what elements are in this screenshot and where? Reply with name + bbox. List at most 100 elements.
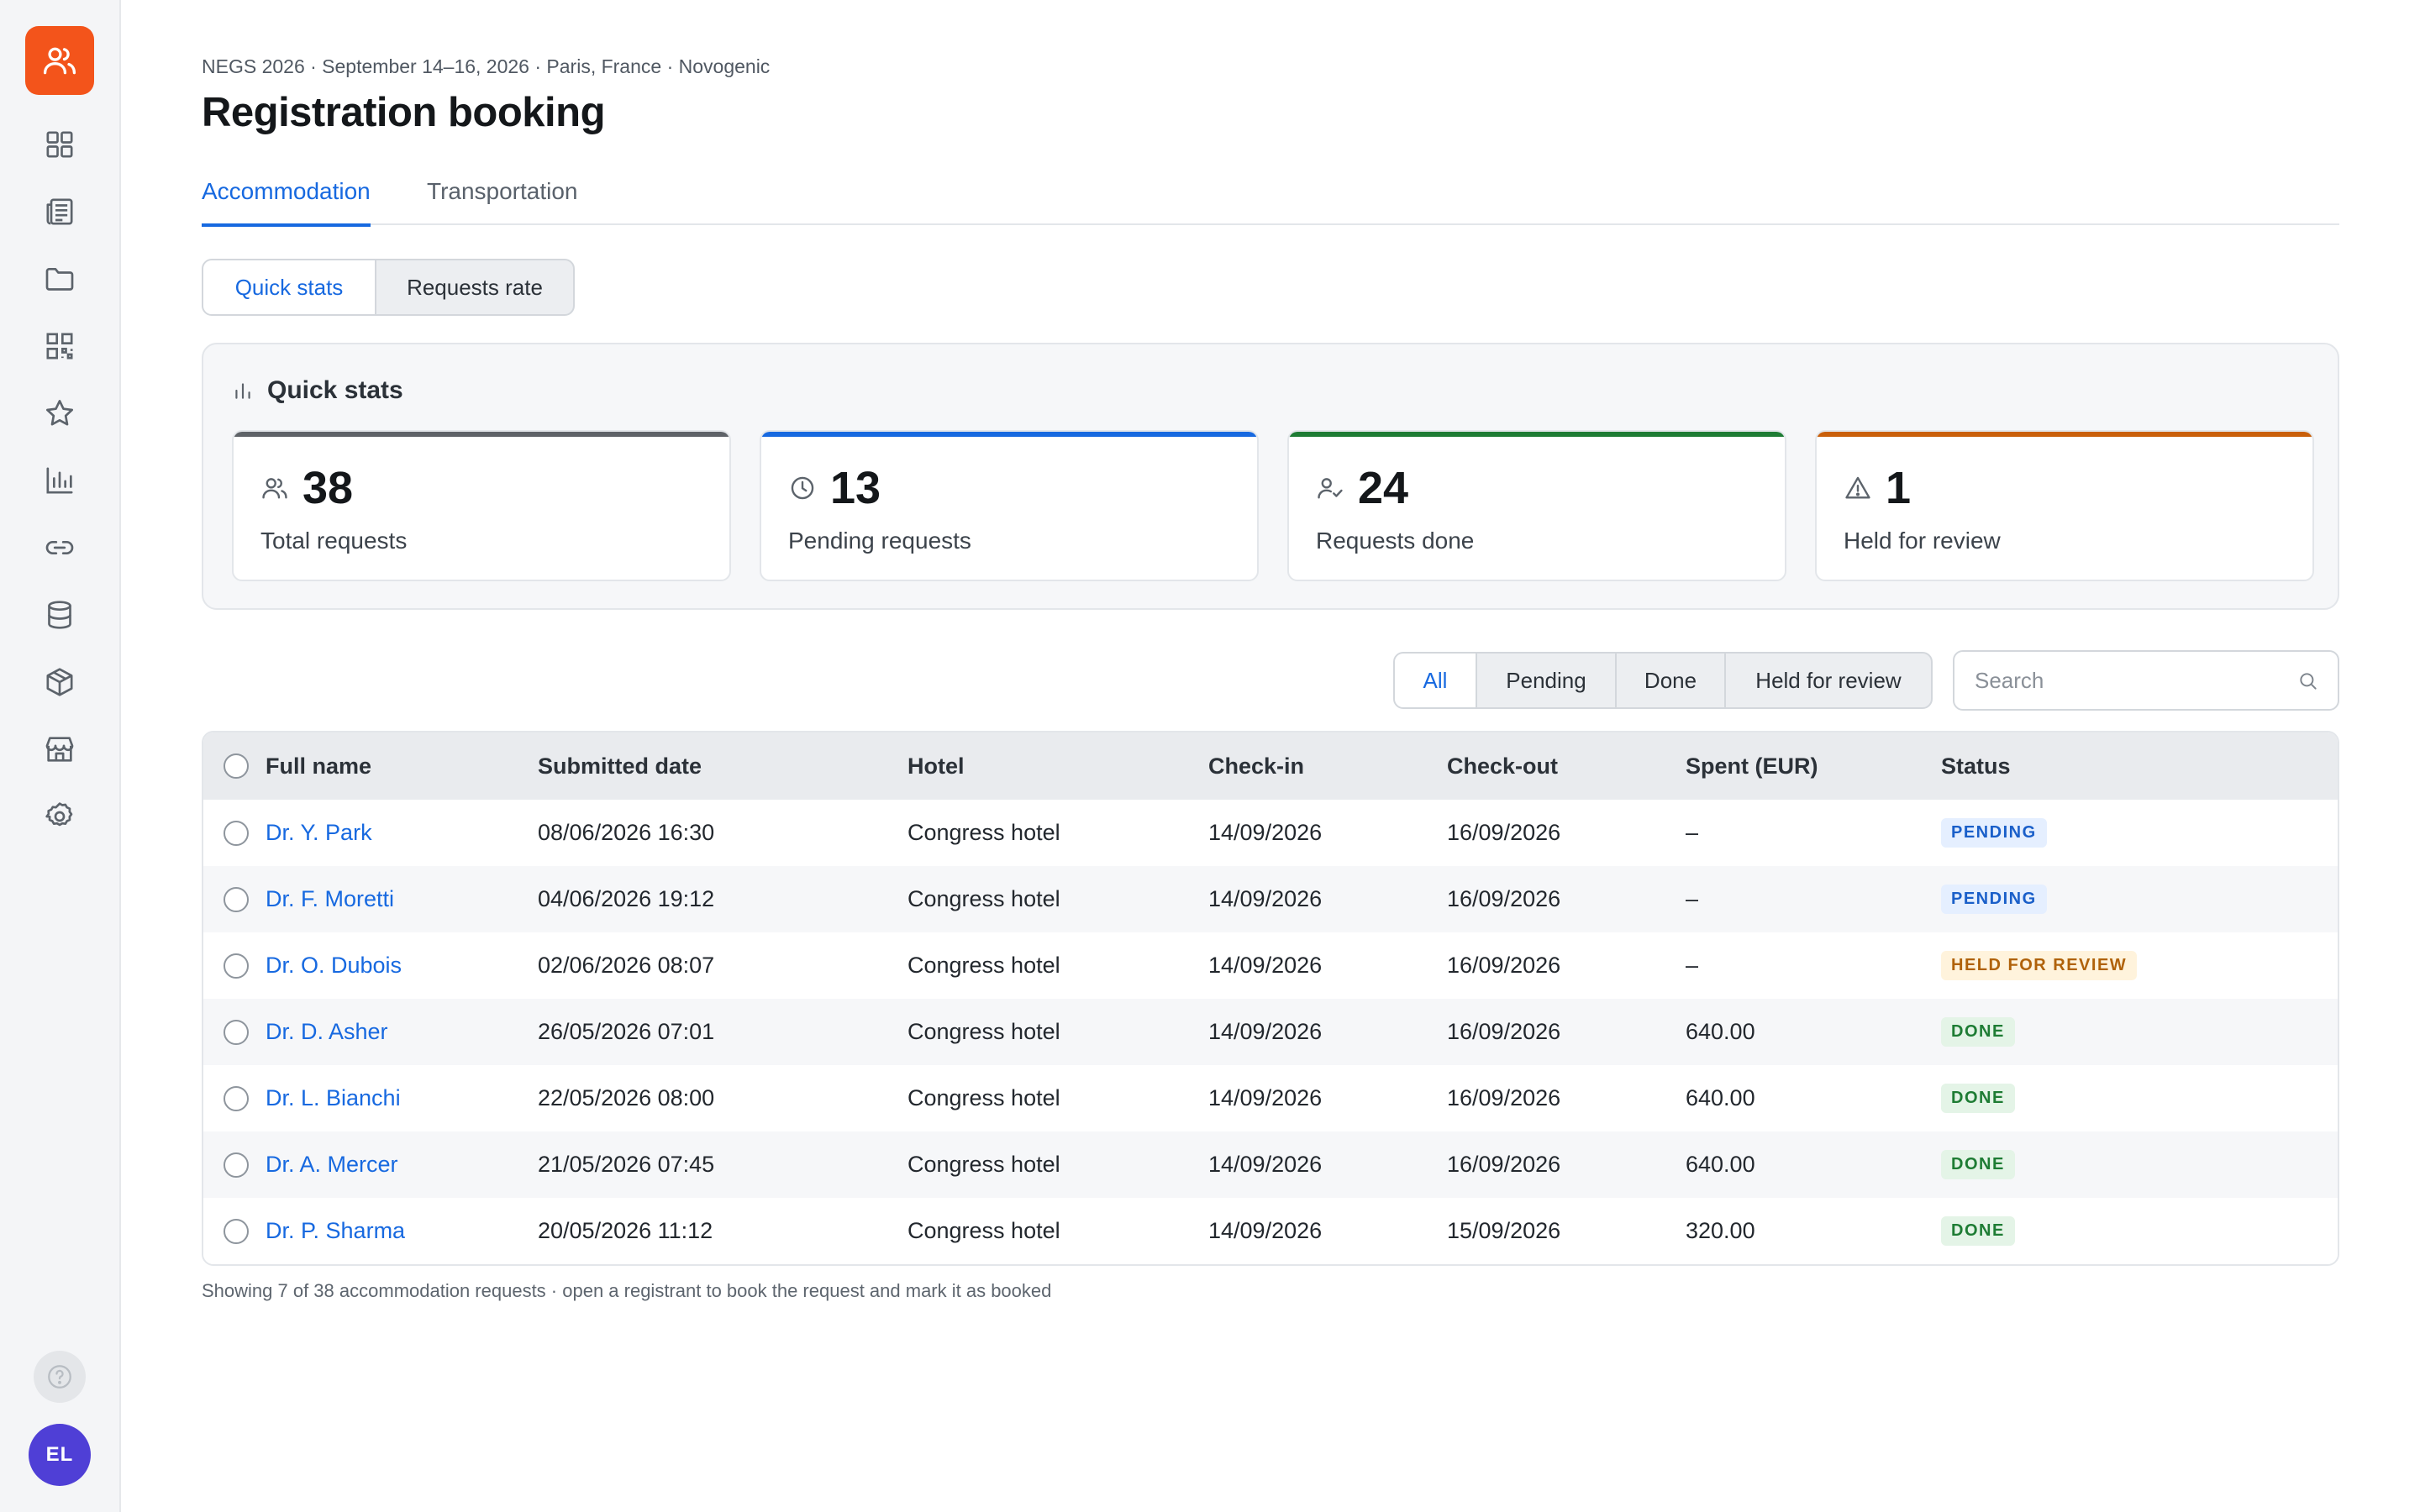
column-header-full-name[interactable]: Full name — [266, 732, 371, 800]
newspaper-icon — [46, 198, 73, 225]
nav-qr[interactable] — [35, 322, 84, 370]
registrant-name-link[interactable]: Dr. L. Bianchi — [266, 1065, 401, 1131]
search-box — [1953, 650, 2339, 711]
registrant-name-link[interactable]: Dr. A. Mercer — [266, 1131, 398, 1198]
database-icon — [48, 601, 71, 629]
column-header-hotel[interactable]: Hotel — [908, 732, 965, 800]
status-filter: All Pending Done Held for review — [1393, 652, 1933, 709]
tab-accommodation[interactable]: Accommodation — [202, 178, 371, 227]
row-checkbox[interactable] — [224, 1019, 249, 1045]
row-checkbox[interactable] — [224, 1218, 249, 1244]
filter-held-for-review[interactable]: Held for review — [1724, 654, 1931, 707]
table-row[interactable]: Dr. Y. Park 08/06/2026 16:30 Congress ho… — [203, 800, 2338, 866]
spent-amount: 640.00 — [1686, 1085, 1755, 1110]
spent-amount: – — [1686, 886, 1699, 911]
storefront-icon — [45, 737, 74, 762]
select-all-checkbox[interactable] — [224, 753, 249, 779]
submitted-date: 26/05/2026 07:01 — [538, 1019, 715, 1044]
filter-done[interactable]: Done — [1615, 654, 1724, 707]
tab-transportation[interactable]: Transportation — [427, 178, 578, 225]
row-checkbox[interactable] — [224, 1085, 249, 1111]
spent-amount: 640.00 — [1686, 1019, 1755, 1044]
row-checkbox[interactable] — [224, 820, 249, 846]
stat-value: 1 — [1886, 463, 1912, 513]
table-row[interactable]: Dr. L. Bianchi 22/05/2026 08:00 Congress… — [203, 1065, 2338, 1131]
link-icon — [45, 541, 74, 554]
nav-settings[interactable] — [35, 792, 84, 841]
user-avatar[interactable]: EL — [29, 1424, 91, 1486]
stat-card-held: 1 Held for review — [1815, 430, 2314, 581]
filter-all[interactable]: All — [1395, 654, 1476, 707]
status-badge: DONE — [1941, 1150, 2015, 1179]
status-badge: PENDING — [1941, 885, 2047, 914]
nav-dashboard[interactable] — [35, 120, 84, 169]
registrant-name-link[interactable]: Dr. Y. Park — [266, 800, 372, 866]
nav-store[interactable] — [35, 725, 84, 774]
hotel-name: Congress hotel — [908, 1152, 1060, 1177]
nav-packages[interactable] — [35, 658, 84, 706]
toggle-quick-stats[interactable]: Quick stats — [203, 260, 376, 314]
registrant-name-link[interactable]: Dr. F. Moretti — [266, 866, 394, 932]
gear-icon — [45, 802, 73, 827]
registrant-name-link[interactable]: Dr. O. Dubois — [266, 932, 402, 999]
nav-links[interactable] — [35, 523, 84, 572]
check-out-date: 16/09/2026 — [1447, 953, 1561, 978]
stat-value: 13 — [830, 463, 881, 513]
nav-favorites[interactable] — [35, 389, 84, 438]
user-check-icon — [1318, 478, 1343, 499]
hotel-name: Congress hotel — [908, 1085, 1060, 1110]
stat-value: 24 — [1358, 463, 1409, 513]
check-out-date: 16/09/2026 — [1447, 886, 1561, 911]
help-icon — [48, 1365, 71, 1389]
column-header-check-out[interactable]: Check-out — [1447, 732, 1558, 800]
nav-database[interactable] — [35, 591, 84, 639]
column-header-spent[interactable]: Spent (EUR) — [1686, 732, 1818, 800]
warning-icon — [1845, 476, 1870, 499]
quick-stats-heading: Quick stats — [232, 376, 403, 405]
row-checkbox[interactable] — [224, 1152, 249, 1178]
hotel-name: Congress hotel — [908, 953, 1060, 978]
column-header-check-in[interactable]: Check-in — [1208, 732, 1304, 800]
check-in-date: 14/09/2026 — [1208, 1218, 1323, 1243]
nav-news[interactable] — [35, 187, 84, 236]
table-row[interactable]: Dr. P. Sharma 20/05/2026 11:12 Congress … — [203, 1198, 2338, 1264]
spent-amount: – — [1686, 953, 1699, 978]
help-button[interactable] — [34, 1351, 86, 1403]
nav-files[interactable] — [35, 255, 84, 303]
stat-accent-bar — [761, 432, 1257, 437]
view-toggle: Quick stats Requests rate — [202, 259, 575, 316]
submitted-date: 21/05/2026 07:45 — [538, 1152, 715, 1177]
row-checkbox[interactable] — [224, 886, 249, 912]
check-out-date: 16/09/2026 — [1447, 1085, 1561, 1110]
check-in-date: 14/09/2026 — [1208, 886, 1323, 911]
search-input[interactable] — [1975, 652, 2294, 709]
nav-analytics[interactable] — [35, 456, 84, 505]
status-cell: HELD FOR REVIEW — [1941, 932, 2138, 999]
filter-pending[interactable]: Pending — [1476, 654, 1615, 707]
status-cell: DONE — [1941, 1131, 2015, 1198]
stat-accent-bar — [234, 432, 729, 437]
stat-card-done: 24 Requests done — [1287, 430, 1786, 581]
quick-stats-panel: Quick stats 38 Total requests 13 Pending… — [202, 343, 2339, 610]
table-row[interactable]: Dr. A. Mercer 21/05/2026 07:45 Congress … — [203, 1131, 2338, 1198]
registrant-name-link[interactable]: Dr. D. Asher — [266, 999, 388, 1065]
column-header-status[interactable]: Status — [1941, 732, 2011, 800]
tab-bar: Accommodation Transportation — [202, 175, 2339, 227]
app-logo[interactable] — [25, 26, 94, 95]
cube-icon — [46, 668, 73, 696]
stat-label: Requests done — [1316, 528, 1475, 554]
table-row[interactable]: Dr. D. Asher 26/05/2026 07:01 Congress h… — [203, 999, 2338, 1065]
status-cell: DONE — [1941, 1065, 2015, 1131]
registrant-name-link[interactable]: Dr. P. Sharma — [266, 1198, 405, 1264]
check-in-date: 14/09/2026 — [1208, 953, 1323, 978]
row-checkbox[interactable] — [224, 953, 249, 979]
table-row[interactable]: Dr. O. Dubois 02/06/2026 08:07 Congress … — [203, 932, 2338, 999]
table-header: Full name Submitted date Hotel Check-in … — [203, 732, 2338, 800]
toggle-requests-rate[interactable]: Requests rate — [376, 260, 573, 314]
clock-icon — [791, 476, 814, 500]
column-header-submitted[interactable]: Submitted date — [538, 732, 702, 800]
stat-label: Held for review — [1844, 528, 2001, 554]
table-row[interactable]: Dr. F. Moretti 04/06/2026 19:12 Congress… — [203, 866, 2338, 932]
hotel-name: Congress hotel — [908, 886, 1060, 911]
search-icon[interactable] — [2297, 670, 2319, 692]
